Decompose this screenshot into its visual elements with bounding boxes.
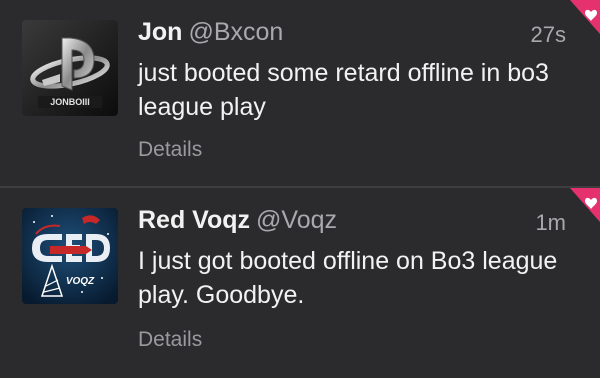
tweet-text: just booted some retard offline in bo3 l… [138,59,549,121]
details-link[interactable]: Details [138,328,202,352]
favorite-corner[interactable] [564,188,600,222]
timestamp[interactable]: 1m [535,210,566,236]
avatar[interactable]: VOQZ [22,208,118,304]
tweet-item[interactable]: JONBOIII Jon @Bxcon 27s just booted some … [0,0,600,186]
avatar[interactable]: JONBOIII [22,20,118,116]
timestamp[interactable]: 27s [531,22,566,48]
user-handle[interactable]: @Voqz [256,206,337,234]
tweet-header: Red Voqz @Voqz [138,206,337,235]
tweet-text: I just got booted offline on Bo3 league … [138,247,558,309]
avatar-image: VOQZ [22,208,118,304]
user-name[interactable]: Red Voqz [138,206,250,234]
heart-icon [570,0,600,34]
tweet-timeline: JONBOIII Jon @Bxcon 27s just booted some … [0,0,600,378]
avatar-caption: VOQZ [66,276,95,287]
avatar-image: JONBOIII [22,20,118,116]
user-name[interactable]: Jon [138,18,182,46]
tweet-header: Jon @Bxcon [138,18,283,47]
favorite-corner[interactable] [564,0,600,34]
user-handle[interactable]: @Bxcon [188,18,283,46]
avatar-caption: JONBOIII [50,97,90,107]
heart-icon [570,188,600,222]
details-link[interactable]: Details [138,138,202,162]
tweet-item[interactable]: VOQZ Red Voqz @Voqz 1m I just got booted … [0,188,600,378]
